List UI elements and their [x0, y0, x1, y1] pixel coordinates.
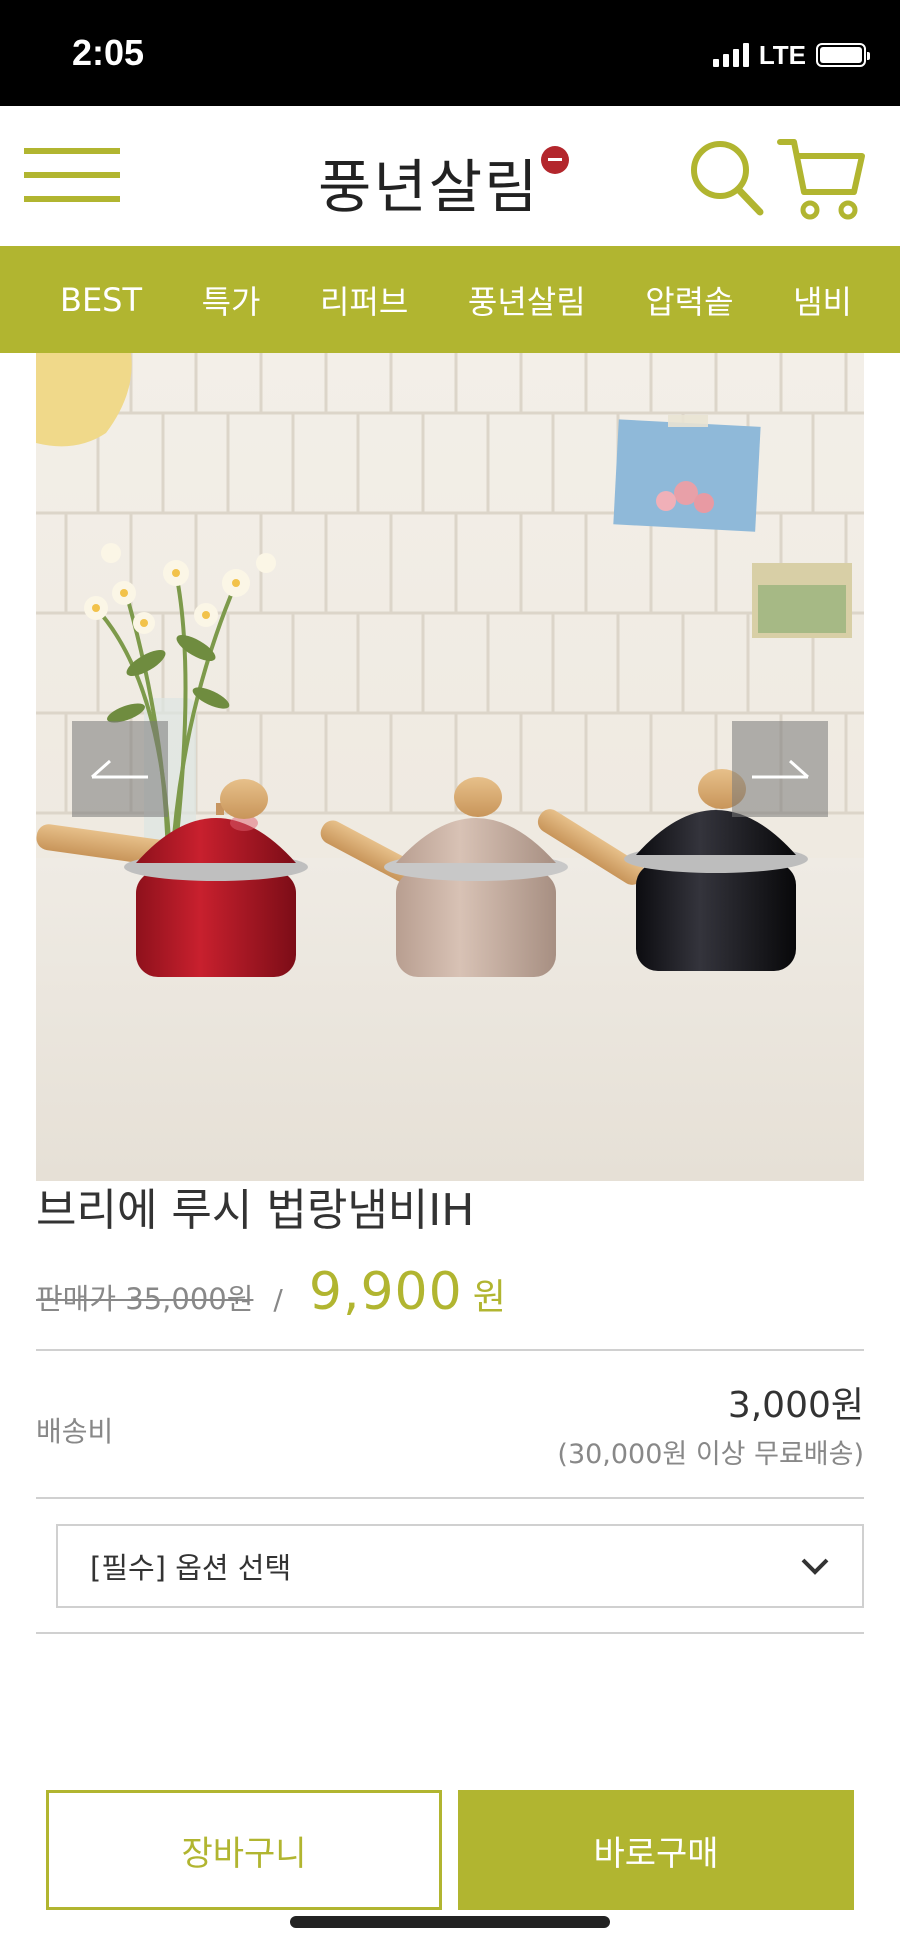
signal-icon [712, 43, 749, 67]
status-icons: LTE [712, 39, 870, 70]
gallery-next-button[interactable] [732, 721, 828, 817]
buy-now-label: 바로구매 [593, 1833, 719, 1874]
status-time: 2:05 [72, 32, 145, 73]
add-to-cart-label: 장바구니 [181, 1833, 307, 1874]
search-icon[interactable] [686, 136, 766, 220]
option-select[interactable]: [필수] 옵션 선택 [56, 1524, 864, 1608]
site-header: 풍년살림 [0, 106, 900, 246]
divider [36, 1349, 864, 1351]
sale-price-unit: 원 [472, 1277, 506, 1318]
category-brand[interactable]: 풍년살림 [468, 277, 586, 323]
shipping-note: (30,000원 이상 무료배송) [557, 1439, 864, 1470]
add-to-cart-button[interactable]: 장바구니 [46, 1790, 442, 1910]
category-special[interactable]: 특가 [202, 277, 261, 323]
cart-icon[interactable] [776, 134, 866, 222]
home-indicator[interactable] [290, 1916, 610, 1928]
network-type: LTE [758, 39, 806, 70]
site-logo[interactable]: 풍년살림 [318, 140, 570, 224]
category-pots[interactable]: 냄비 [793, 277, 852, 323]
divider [36, 1632, 864, 1634]
shipping-fee: 3,000원 [727, 1385, 864, 1426]
logo-text: 풍년살림 [318, 153, 540, 221]
price-row: 판매가 35,000원 / 9,900 원 [36, 1262, 506, 1322]
original-price: 판매가 35,000원 [36, 1282, 254, 1316]
arrow-left-icon [91, 759, 148, 779]
chevron-down-icon [801, 1558, 829, 1575]
logo-seal-icon [541, 146, 570, 174]
category-nav: BEST 특가 리퍼브 풍년살림 압력솥 냄비 [0, 246, 900, 353]
product-title: 브리에 루시 법랑냄비IH [36, 1185, 475, 1236]
arrow-right-icon [752, 759, 809, 779]
battery-icon [816, 43, 870, 67]
menu-icon[interactable] [24, 142, 120, 212]
option-select-label: [필수] 옵션 선택 [90, 1551, 292, 1585]
category-pressure-cooker[interactable]: 압력솥 [645, 277, 733, 323]
status-bar: 2:05 LTE [0, 0, 900, 106]
shipping-label: 배송비 [36, 1415, 114, 1448]
category-best[interactable]: BEST [60, 281, 142, 319]
sale-price: 9,900 [308, 1262, 463, 1322]
category-refurb[interactable]: 리퍼브 [320, 277, 408, 323]
buy-now-button[interactable]: 바로구매 [458, 1790, 854, 1910]
divider [36, 1497, 864, 1499]
product-image[interactable] [36, 353, 864, 1181]
gallery-prev-button[interactable] [72, 721, 168, 817]
price-separator: / [273, 1283, 283, 1316]
